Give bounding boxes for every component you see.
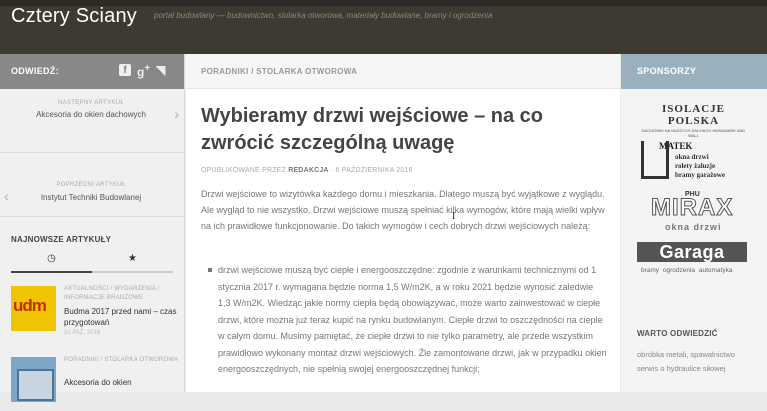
mirax-name: MIRAX bbox=[650, 194, 734, 222]
rss-icon[interactable]: ◥ bbox=[156, 63, 165, 77]
newest-tabs: ◷ ★ bbox=[11, 253, 173, 273]
post-thumbnail[interactable]: udm bbox=[11, 286, 56, 331]
post-category[interactable]: AKTUALNOŚCI / WYDARZENIA / INFORMACJE BR… bbox=[64, 285, 179, 303]
article-meta: OPUBLIKOWANE PRZEZ REDAKCJA · 6 PAŹDZIER… bbox=[201, 167, 413, 174]
worth-visiting-heading: WARTO ODWIEDZIĆ bbox=[637, 329, 718, 338]
matek-line: rolety żaluzje bbox=[675, 162, 716, 170]
meta-date: · 6 PAŹDZIERNIKA 2016 bbox=[330, 167, 413, 174]
site-header: Cztery Sciany portal budowlany — budowni… bbox=[0, 0, 767, 54]
sponsors-label: SPONSORZY bbox=[637, 66, 697, 76]
post-title[interactable]: Budma 2017 przed nami – czas przygotowań bbox=[64, 306, 179, 328]
clock-icon: ◷ bbox=[47, 253, 56, 264]
facebook-icon[interactable]: f bbox=[119, 64, 131, 76]
article-bullet: drzwi wejściowe muszą być ciepłe i energ… bbox=[218, 265, 607, 374]
sponsors-bar: SPONSORZY bbox=[621, 54, 767, 89]
newest-articles-heading: NAJNOWSZE ARTYKUŁY bbox=[11, 235, 112, 244]
sponsor-mirax-logo[interactable]: PHU MIRAX okna drzwi bbox=[637, 191, 750, 235]
meta-prefix: OPUBLIKOWANE PRZEZ bbox=[201, 167, 287, 174]
tab-recent[interactable]: ◷ bbox=[11, 253, 92, 273]
visit-label: ODWIEDŹ: bbox=[11, 66, 59, 76]
list-item[interactable]: PORADNIKI / STOLARKA OTWOROWA Akcesoria … bbox=[11, 351, 181, 411]
matek-line: bramy garażowe bbox=[675, 171, 725, 179]
thumbnail-text: udm bbox=[13, 296, 47, 315]
chevron-right-icon[interactable]: › bbox=[174, 106, 179, 122]
post-title[interactable]: Akcesoria do okien bbox=[64, 377, 179, 388]
breadcrumb-bar: PORADNIKI / STOLARKA OTWOROWA bbox=[186, 54, 620, 89]
main-content: PORADNIKI / STOLARKA OTWOROWA Wybieramy … bbox=[186, 54, 620, 392]
left-sidebar: ODWIEDŹ: f g+ ◥ NASTĘPNY ARTYKUŁ Akcesor… bbox=[0, 54, 185, 402]
post-category[interactable]: PORADNIKI / STOLARKA OTWOROWA bbox=[64, 356, 179, 365]
list-item[interactable]: udm AKTUALNOŚCI / WYDARZENIA / INFORMACJ… bbox=[11, 280, 181, 340]
meta-author[interactable]: REDAKCJA bbox=[288, 167, 329, 174]
sponsor-matek-logo[interactable]: MATEK okna drzwi rolety żaluzje bramy ga… bbox=[637, 139, 750, 183]
text-cursor-icon: I bbox=[452, 211, 456, 222]
previous-article-title[interactable]: Instytut Techniki Budowlanej bbox=[16, 193, 166, 202]
previous-article-label: POPRZEDNI ARTYKUŁ bbox=[56, 182, 126, 188]
matek-line: okna drzwi bbox=[675, 153, 709, 161]
sponsor-isolacje-logo[interactable]: ISOLACJE POLSKA DACHÓWKI NA NASZYCH DACH… bbox=[637, 103, 750, 138]
garaga-sub: bramy ogrodzenia automatyka bbox=[641, 267, 733, 274]
next-article-label: NASTĘPNY ARTYKUŁ bbox=[58, 100, 124, 106]
chevron-left-icon[interactable]: ‹ bbox=[4, 188, 9, 204]
post-thumbnail[interactable] bbox=[11, 357, 56, 402]
next-article-title[interactable]: Akcesoria do okien dachowych bbox=[16, 110, 166, 119]
link-metal-working[interactable]: obróbka metali, spawalnictwo bbox=[637, 350, 735, 359]
mirax-sub: okna drzwi bbox=[665, 222, 722, 232]
bullet-marker bbox=[208, 268, 212, 272]
site-tagline: portal budowlany — budownictwo, stolarka… bbox=[154, 11, 493, 20]
post-date: 31 PAŹ, 2016 bbox=[64, 330, 101, 336]
star-icon: ★ bbox=[128, 253, 137, 264]
sponsor-garaga-logo[interactable]: Garaga bramy ogrodzenia automatyka bbox=[637, 242, 750, 280]
breadcrumb[interactable]: PORADNIKI / STOLARKA OTWOROWA bbox=[201, 67, 357, 76]
visit-bar: ODWIEDŹ: f g+ ◥ bbox=[0, 54, 184, 89]
isolacje-name: ISOLACJE POLSKA bbox=[661, 103, 726, 127]
matek-name: MATEK bbox=[659, 141, 693, 151]
article-intro: Drzwi wejściowe to wizytówka każdego dom… bbox=[201, 189, 605, 231]
next-article[interactable]: NASTĘPNY ARTYKUŁ Akcesoria do okien dach… bbox=[0, 89, 185, 153]
isolacje-sub: DACHÓWKI NA NASZYCH DACHACH WANDMARK AND… bbox=[641, 128, 746, 138]
link-hydraulics[interactable]: serwis o hydraulice siłowej bbox=[637, 364, 725, 373]
google-plus-icon[interactable]: g+ bbox=[137, 63, 150, 79]
article-title: Wybieramy drzwi wejściowe – na co zwróci… bbox=[201, 105, 543, 154]
previous-article[interactable]: POPRZEDNI ARTYKUŁ Instytut Techniki Budo… bbox=[0, 153, 185, 217]
garaga-name: Garaga bbox=[637, 242, 747, 262]
site-title[interactable]: Cztery Sciany bbox=[11, 5, 137, 28]
matek-lines: okna drzwi rolety żaluzje bramy garażowe bbox=[675, 153, 725, 180]
tab-popular[interactable]: ★ bbox=[92, 253, 173, 273]
right-sidebar: SPONSORZY ISOLACJE POLSKA DACHÓWKI NA NA… bbox=[621, 54, 767, 392]
